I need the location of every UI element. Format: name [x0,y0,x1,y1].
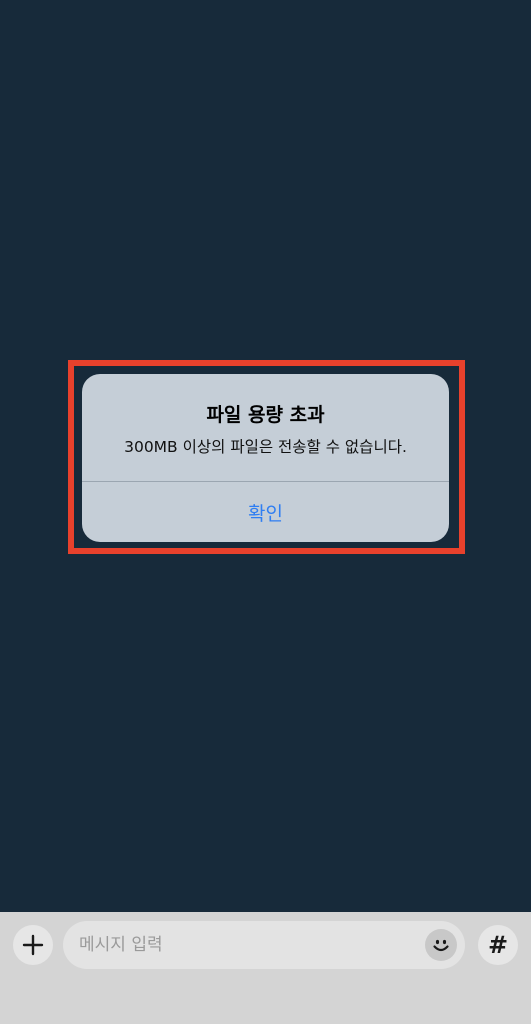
message-input-bar: # [0,912,531,1024]
hashtag-button[interactable]: # [478,925,518,965]
alert-message: 300MB 이상의 파일은 전송할 수 없습니다. [124,438,407,456]
hashtag-icon: # [487,931,509,959]
confirm-button[interactable]: 확인 [82,482,449,542]
chat-screen: 파일 용량 초과 300MB 이상의 파일은 전송할 수 없습니다. 확인 # [0,0,531,1024]
message-field [63,921,465,969]
emoji-icon [433,939,449,952]
message-input[interactable] [79,921,419,969]
alert-title: 파일 용량 초과 [206,404,325,426]
plus-icon [22,934,44,956]
add-attachment-button[interactable] [13,925,53,965]
emoji-button[interactable] [425,929,457,961]
alert-dialog: 파일 용량 초과 300MB 이상의 파일은 전송할 수 없습니다. 확인 [82,374,449,542]
